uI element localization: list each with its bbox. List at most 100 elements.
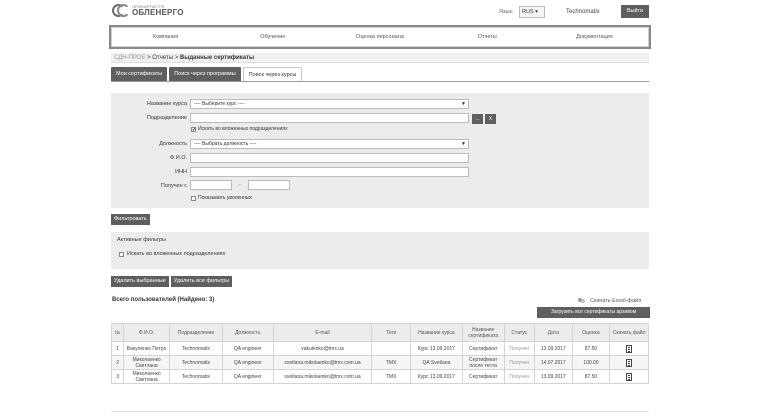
chevron-down-icon: ▼ xyxy=(461,101,466,107)
column-header[interactable]: Ф.И.О. xyxy=(123,323,170,342)
active-filter-nested-checkbox[interactable]: Искать во вложенных подразделениях xyxy=(119,251,225,257)
column-header[interactable]: Скачать файл xyxy=(609,323,649,342)
position-select[interactable]: ---- Выбрать должность ---- ▼ xyxy=(190,139,469,149)
company-logo[interactable]: ПРИКАРПАТТЯ ОБЛЕНЕРГО xyxy=(112,3,184,19)
show-fired-label: Показывать уволенных xyxy=(198,195,252,201)
row-certificate: Сертификат xyxy=(461,369,505,384)
document-download-icon[interactable] xyxy=(626,372,633,381)
tab-search-by-courses[interactable]: Поиск через курсы xyxy=(242,67,303,81)
download-excel-link[interactable]: Скачать Excel-файл xyxy=(578,297,641,304)
course-select[interactable]: ---- Выберите курс ---- ▼ xyxy=(190,99,469,109)
delete-all-filters-button[interactable]: Удалить все фильтры xyxy=(170,276,233,287)
logo-title: ОБЛЕНЕРГО xyxy=(132,8,184,17)
inn-input[interactable] xyxy=(190,167,469,177)
row-position: QA engineer xyxy=(221,369,274,384)
tab-my-certificates[interactable]: Мои сертификаты xyxy=(111,67,168,81)
check-icon: ✔ xyxy=(191,126,197,133)
row-position: QA engineer xyxy=(221,355,274,370)
column-header[interactable]: Теги xyxy=(371,323,411,342)
table-row: 1 Вакуленко Петро Technomatix QA enginee… xyxy=(110,341,649,356)
document-download-icon[interactable] xyxy=(626,358,633,367)
nav-item-training[interactable]: Обучение xyxy=(219,34,326,40)
row-name: Миколаенко Светлана xyxy=(123,355,170,370)
column-header[interactable]: E-mail xyxy=(272,323,373,342)
row-score: 87.50 xyxy=(571,369,611,384)
department-clear-button[interactable]: X xyxy=(485,114,496,124)
department-browse-button[interactable]: ... xyxy=(472,114,483,124)
column-header[interactable]: Название сертификата xyxy=(461,323,505,342)
column-header[interactable]: Подразделение xyxy=(168,323,223,342)
row-score: 100.00 xyxy=(571,355,611,370)
row-name: Вакуленко Петро xyxy=(123,341,170,356)
row-department: Technomatix xyxy=(168,341,223,356)
document-download-icon[interactable] xyxy=(626,344,633,353)
checkbox-box xyxy=(191,195,196,201)
nav-item-reports[interactable]: Отчеты xyxy=(434,34,541,40)
results-count: Всего пользователей (Найдено: 3) xyxy=(112,297,215,303)
tabs: Мои сертификаты Поиск через программы По… xyxy=(111,67,304,81)
row-email: vakulenko@tmx.ua xyxy=(272,341,373,356)
nav-item-assessment[interactable]: Оценка персонала xyxy=(326,34,433,40)
date-from-input[interactable] xyxy=(190,180,232,190)
nav-item-company[interactable]: Компания xyxy=(112,34,219,40)
row-date: 13.09.2017 xyxy=(534,341,573,356)
active-filters-title: Активные фильтры xyxy=(117,237,167,243)
row-position: QA engineer xyxy=(221,341,274,356)
row-department: Technomatix xyxy=(168,369,223,384)
row-department: Technomatix xyxy=(168,355,223,370)
column-header[interactable]: Дата xyxy=(534,323,573,342)
table-row: 2 Миколаенко Светлана Technomatix QA eng… xyxy=(110,355,649,370)
delete-selected-button[interactable]: Удалить выбранные xyxy=(111,276,169,287)
inn-label: ИНН xyxy=(175,169,187,175)
date-to-input[interactable] xyxy=(248,180,290,190)
header: ПРИКАРПАТТЯ ОБЛЕНЕРГО Язык: RUS ▾ Techno… xyxy=(0,0,760,24)
main-navigation: Компания Обучение Оценка персонала Отчет… xyxy=(111,27,649,47)
column-header[interactable]: Оценка xyxy=(571,323,611,342)
excel-icon xyxy=(578,297,586,304)
row-course: Курс 13.09.2017 xyxy=(409,341,463,356)
breadcrumb-root[interactable]: СДН-ПРОЕ xyxy=(114,55,145,61)
row-status: Получен xyxy=(503,341,536,356)
row-download xyxy=(609,355,649,370)
column-header[interactable]: Должность xyxy=(221,323,274,342)
row-status: Получен xyxy=(503,369,536,384)
logout-button[interactable]: Выйти xyxy=(621,5,649,18)
checkbox-box xyxy=(119,251,124,257)
download-archive-button[interactable]: Загрузить все сертификаты архивом xyxy=(537,307,650,318)
table-row: 3 Миколаенко Светлана Technomatix QA eng… xyxy=(110,369,649,384)
tab-search-by-programs[interactable]: Поиск через программы xyxy=(169,67,241,81)
language-select[interactable]: RUS ▾ xyxy=(519,6,545,18)
row-email: svetlana.mikolaenko@tmx.com.ua xyxy=(272,355,373,370)
row-tags xyxy=(371,341,411,356)
tab-divider xyxy=(111,81,649,82)
breadcrumb-reports[interactable]: Отчеты xyxy=(152,55,173,61)
row-number: 1 xyxy=(110,341,125,356)
column-header[interactable]: Название курса xyxy=(409,323,463,342)
chevron-down-icon: ▼ xyxy=(461,141,466,147)
breadcrumb-separator: > xyxy=(173,55,180,61)
filter-button[interactable]: Фильтровать xyxy=(111,214,150,225)
row-number: 2 xyxy=(110,355,125,370)
filter-panel: Название курса ---- Выберите курс ---- ▼ … xyxy=(111,93,649,208)
received-from-label: Получен с xyxy=(160,183,187,189)
row-course: Курс 13.09.2017 xyxy=(409,369,463,384)
row-name: Миколаенко Светлана xyxy=(123,369,170,384)
row-course: QA Svetlana xyxy=(409,355,463,370)
user-name[interactable]: Technomatix xyxy=(566,9,600,15)
row-score: 87.50 xyxy=(571,341,611,356)
row-date: 13.09.2017 xyxy=(534,369,573,384)
nested-departments-checkbox[interactable]: ✔ Искать во вложенных подразделениях xyxy=(191,126,287,132)
column-header[interactable]: № xyxy=(110,323,125,342)
row-tags: TMX xyxy=(371,355,411,370)
show-fired-checkbox[interactable]: Показывать уволенных xyxy=(191,195,252,201)
row-tags: TMX xyxy=(371,369,411,384)
course-label: Название курса xyxy=(146,101,187,107)
results-table: № Ф.И.О. Подразделение Должность E-mail … xyxy=(110,323,649,384)
table-header-row: № Ф.И.О. Подразделение Должность E-mail … xyxy=(110,323,649,342)
nav-item-documentation[interactable]: Документация xyxy=(541,34,648,40)
download-excel-label: Скачать Excel-файл xyxy=(590,297,642,304)
fio-input[interactable] xyxy=(190,153,469,163)
row-status: Получен xyxy=(503,355,536,370)
department-input[interactable] xyxy=(190,113,469,123)
column-header[interactable]: Статус xyxy=(503,323,536,342)
